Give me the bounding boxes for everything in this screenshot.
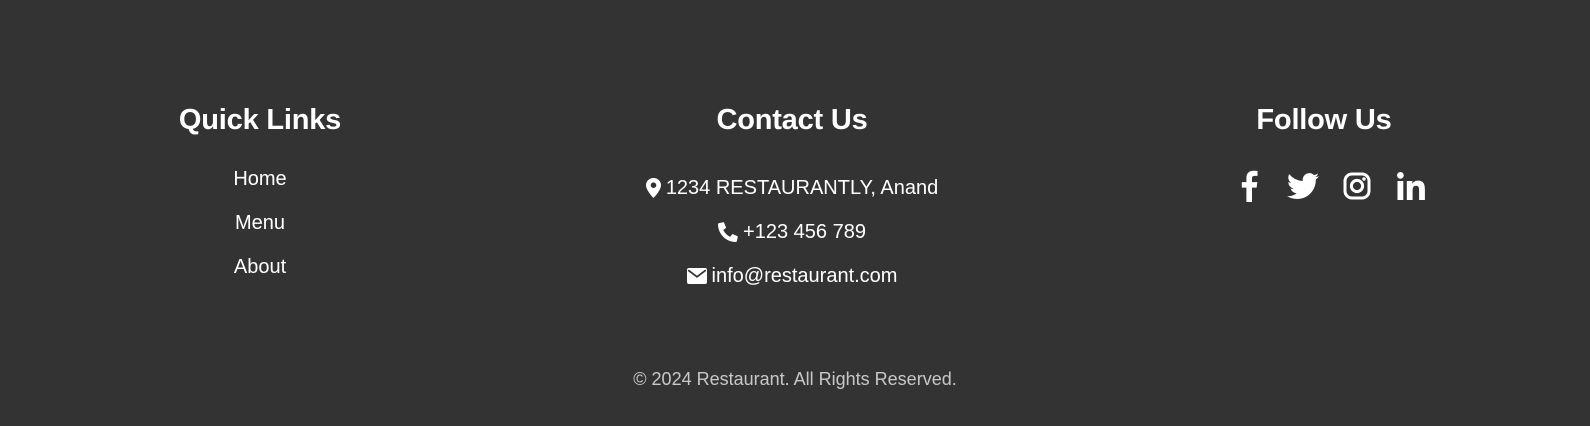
- social-icons: [1086, 168, 1574, 204]
- quick-links-section: Quick Links Home Menu About: [10, 98, 510, 298]
- instagram-icon[interactable]: [1341, 168, 1373, 204]
- contact-section: Contact Us 1234 RESTAURANTLY, Anand +123…: [542, 98, 1042, 298]
- facebook-icon[interactable]: [1233, 168, 1265, 204]
- list-item: About: [10, 254, 510, 298]
- address-item: 1234 RESTAURANTLY, Anand: [542, 166, 1042, 210]
- phone-text: +123 456 789: [743, 221, 866, 243]
- copyright-text: © 2024 Restaurant. All Rights Reserved.: [633, 369, 957, 389]
- map-marker-icon: [645, 178, 661, 198]
- menu-link[interactable]: Menu: [235, 212, 285, 234]
- address-text: 1234 RESTAURANTLY, Anand: [665, 177, 939, 199]
- phone-icon: [718, 222, 738, 242]
- phone-item: +123 456 789: [542, 210, 1042, 254]
- site-footer: Quick Links Home Menu About Contact Us 1…: [0, 0, 1590, 426]
- contact-list: 1234 RESTAURANTLY, Anand +123 456 789 in…: [542, 166, 1042, 298]
- envelope-icon: [686, 268, 707, 284]
- linkedin-icon[interactable]: [1395, 168, 1427, 204]
- contact-heading: Contact Us: [716, 104, 868, 136]
- follow-section: Follow Us: [1074, 98, 1574, 204]
- email-item: info@restaurant.com: [542, 254, 1042, 298]
- list-item: Home: [10, 166, 510, 210]
- twitter-icon[interactable]: [1287, 168, 1319, 204]
- follow-heading: Follow Us: [1256, 104, 1392, 136]
- email-text: info@restaurant.com: [711, 265, 898, 287]
- home-link[interactable]: Home: [233, 168, 286, 190]
- quick-links-heading: Quick Links: [178, 104, 342, 136]
- about-link[interactable]: About: [234, 256, 286, 278]
- quick-links-list: Home Menu About: [10, 166, 510, 298]
- list-item: Menu: [10, 210, 510, 254]
